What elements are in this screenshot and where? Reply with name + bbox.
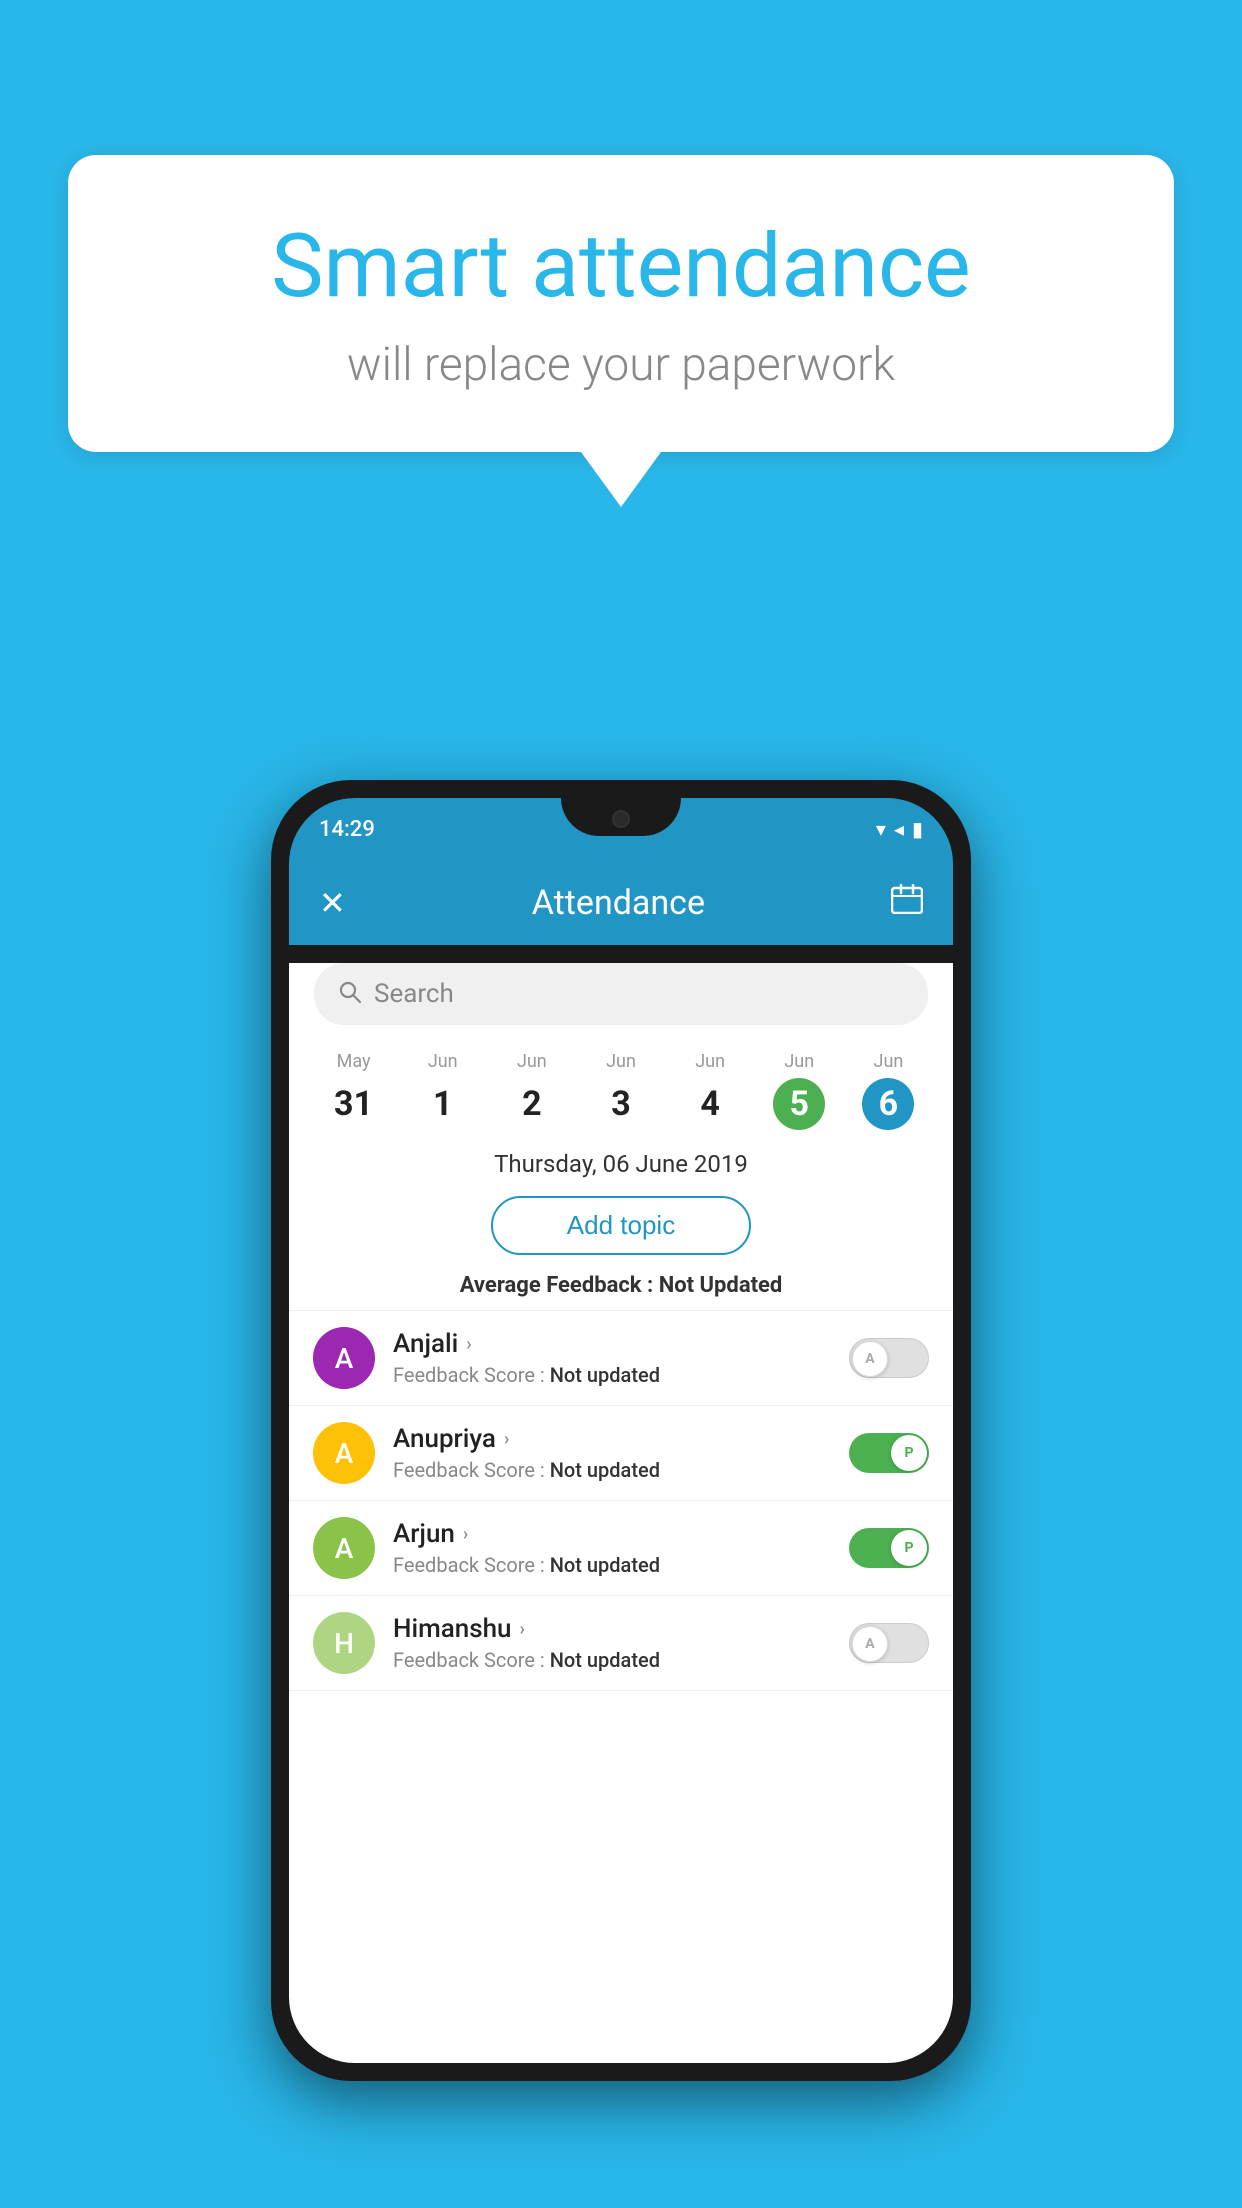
student-name-text: Anupriya — [393, 1424, 496, 1454]
speech-bubble: Smart attendance will replace your paper… — [68, 155, 1174, 452]
toggle-knob: P — [891, 1530, 927, 1566]
calendar-day[interactable]: Jun 1 — [398, 1051, 487, 1130]
phone-inner: 14:29 ▾ ◂ ▮ ✕ Attendance — [289, 798, 953, 2063]
calendar-day[interactable]: May 31 — [309, 1051, 398, 1130]
calendar-day[interactable]: Jun 5 — [755, 1051, 844, 1130]
status-icons: ▾ ◂ ▮ — [876, 817, 923, 841]
toggle-knob: P — [891, 1435, 927, 1471]
calendar-row: May 31 Jun 1 Jun 2 Jun 3 Jun 4 Jun 5 Jun 6 — [289, 1043, 953, 1138]
day-number[interactable]: 3 — [595, 1078, 647, 1130]
student-name: Anjali › — [393, 1329, 831, 1359]
student-info: Arjun › Feedback Score : Not updated — [393, 1519, 831, 1577]
toggle-knob: A — [852, 1341, 888, 1377]
student-name-text: Anjali — [393, 1329, 458, 1359]
phone-outer: 14:29 ▾ ◂ ▮ ✕ Attendance — [271, 780, 971, 2081]
day-month-label: Jun — [666, 1051, 755, 1072]
attendance-toggle[interactable]: P — [849, 1433, 929, 1473]
day-month-label: May — [309, 1051, 398, 1072]
student-info: Anjali › Feedback Score : Not updated — [393, 1329, 831, 1387]
avatar: A — [313, 1327, 375, 1389]
student-name-text: Himanshu — [393, 1614, 512, 1644]
feedback-score-value: Not updated — [550, 1458, 660, 1482]
student-feedback-score: Feedback Score : Not updated — [393, 1458, 831, 1482]
day-number[interactable]: 1 — [417, 1078, 469, 1130]
day-month-label: Jun — [755, 1051, 844, 1072]
speech-bubble-heading: Smart attendance — [148, 215, 1094, 318]
speech-bubble-subtext: will replace your paperwork — [148, 338, 1094, 392]
chevron-right-icon: › — [463, 1524, 468, 1545]
feedback-value: Not Updated — [659, 1273, 783, 1298]
attendance-toggle[interactable]: A — [849, 1338, 929, 1378]
attendance-toggle[interactable]: A — [849, 1623, 929, 1663]
student-feedback-score: Feedback Score : Not updated — [393, 1363, 831, 1387]
speech-bubble-tail — [581, 452, 661, 507]
calendar-day[interactable]: Jun 3 — [576, 1051, 665, 1130]
search-bar[interactable]: Search — [314, 963, 928, 1025]
student-feedback-score: Feedback Score : Not updated — [393, 1648, 831, 1672]
average-feedback: Average Feedback : Not Updated — [289, 1265, 953, 1310]
day-number[interactable]: 2 — [506, 1078, 558, 1130]
status-time: 14:29 — [319, 817, 375, 842]
selected-date: Thursday, 06 June 2019 — [289, 1138, 953, 1186]
close-button[interactable]: ✕ — [319, 884, 346, 922]
phone-container: 14:29 ▾ ◂ ▮ ✕ Attendance — [271, 780, 971, 2081]
student-info: Anupriya › Feedback Score : Not updated — [393, 1424, 831, 1482]
day-number[interactable]: 5 — [773, 1078, 825, 1130]
avatar: A — [313, 1517, 375, 1579]
app-header: ✕ Attendance — [289, 860, 953, 945]
day-number[interactable]: 4 — [684, 1078, 736, 1130]
chevron-right-icon: › — [466, 1334, 471, 1355]
avatar: A — [313, 1422, 375, 1484]
header-title: Attendance — [532, 883, 705, 923]
calendar-day[interactable]: Jun 2 — [487, 1051, 576, 1130]
add-topic-button[interactable]: Add topic — [491, 1196, 751, 1255]
calendar-day[interactable]: Jun 6 — [844, 1051, 933, 1130]
feedback-score-value: Not updated — [550, 1553, 660, 1577]
avatar: H — [313, 1612, 375, 1674]
feedback-label-text: Average Feedback : — [460, 1273, 659, 1298]
student-info: Himanshu › Feedback Score : Not updated — [393, 1614, 831, 1672]
student-item[interactable]: A Arjun › Feedback Score : Not updated P — [289, 1501, 953, 1596]
student-name: Arjun › — [393, 1519, 831, 1549]
status-bar: 14:29 ▾ ◂ ▮ — [289, 798, 953, 860]
speech-bubble-container: Smart attendance will replace your paper… — [68, 155, 1174, 507]
day-month-label: Jun — [844, 1051, 933, 1072]
camera-dot — [612, 810, 630, 828]
day-month-label: Jun — [398, 1051, 487, 1072]
student-feedback-score: Feedback Score : Not updated — [393, 1553, 831, 1577]
search-icon — [338, 980, 362, 1008]
calendar-day[interactable]: Jun 4 — [666, 1051, 755, 1130]
signal-icon: ◂ — [894, 817, 904, 841]
day-month-label: Jun — [487, 1051, 576, 1072]
student-name-text: Arjun — [393, 1519, 455, 1549]
battery-icon: ▮ — [912, 817, 923, 841]
student-list: AAnjali ›Feedback Score : Not updatedAAA… — [289, 1310, 953, 1691]
attendance-toggle[interactable]: P — [849, 1528, 929, 1568]
day-month-label: Jun — [576, 1051, 665, 1072]
day-number[interactable]: 6 — [862, 1078, 914, 1130]
student-item[interactable]: A Anupriya › Feedback Score : Not updated P — [289, 1406, 953, 1501]
student-item[interactable]: H Himanshu › Feedback Score : Not updated A — [289, 1596, 953, 1691]
app-content: Search May 31 Jun 1 Jun 2 Jun 3 Jun 4 Jun 5 Jun 6 Thu… — [289, 963, 953, 2063]
chevron-right-icon: › — [520, 1619, 525, 1640]
toggle-knob: A — [852, 1626, 888, 1662]
day-number[interactable]: 31 — [328, 1078, 380, 1130]
feedback-score-value: Not updated — [550, 1363, 660, 1387]
chevron-right-icon: › — [504, 1429, 509, 1450]
wifi-icon: ▾ — [876, 817, 886, 841]
student-name: Himanshu › — [393, 1614, 831, 1644]
notch — [561, 798, 681, 836]
student-name: Anupriya › — [393, 1424, 831, 1454]
search-input-placeholder: Search — [374, 979, 454, 1009]
feedback-score-value: Not updated — [550, 1648, 660, 1672]
calendar-icon[interactable] — [891, 884, 923, 921]
student-item[interactable]: A Anjali › Feedback Score : Not updated A — [289, 1311, 953, 1406]
